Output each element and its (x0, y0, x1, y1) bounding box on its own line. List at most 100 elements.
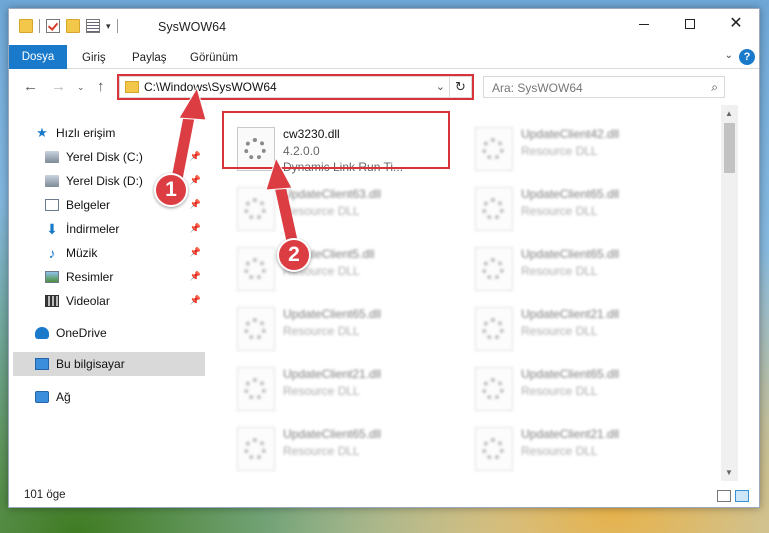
minimize-button[interactable] (621, 9, 667, 39)
file-name: UpdateClient65.dll (283, 427, 382, 441)
navigation-pane: ★ Hızlı erişim Yerel Disk (C:) 📌 Yerel D… (9, 105, 209, 485)
documents-icon (45, 199, 59, 211)
explorer-window: ▾ SysWOW64 ✕ Dosya Giriş Paylaş Görünüm … (8, 8, 760, 508)
file-item[interactable]: UpdateClient5.dll Resource DLL (233, 239, 459, 295)
pin-icon[interactable]: 📌 (190, 271, 201, 282)
customize-dropdown-icon[interactable]: ▾ (106, 21, 111, 32)
vertical-scrollbar[interactable]: ▲ ▼ (721, 105, 738, 481)
file-item[interactable]: UpdateClient21.dll Resource DLL (233, 359, 459, 415)
pictures-icon (45, 271, 59, 283)
sidebar-item-videos[interactable]: Videolar 📌 (45, 289, 205, 313)
title-bar: ▾ SysWOW64 ✕ (9, 9, 759, 45)
file-item[interactable]: UpdateClient21.dll Resource DLL (471, 419, 697, 475)
pin-icon[interactable]: 📌 (190, 151, 201, 162)
recent-locations-chevron-icon[interactable]: ⌄ (77, 82, 85, 93)
network-icon (35, 391, 49, 403)
forward-arrow-icon[interactable]: → (51, 78, 66, 95)
file-description: Resource DLL (521, 144, 598, 158)
sidebar-item-onedrive[interactable]: OneDrive (35, 321, 205, 345)
star-icon: ★ (36, 125, 48, 140)
sidebar-item-music[interactable]: ♪ Müzik 📌 (45, 241, 205, 265)
up-arrow-icon[interactable]: ↑ (97, 78, 105, 95)
tab-home[interactable]: Giriş (82, 47, 106, 69)
back-arrow-icon[interactable]: ← (23, 78, 38, 95)
gear-icon (482, 318, 504, 340)
expand-ribbon-chevron-icon[interactable]: ⌄ (725, 50, 733, 61)
sidebar-item-network[interactable]: Ağ (35, 385, 205, 409)
scroll-down-icon[interactable]: ▼ (725, 468, 733, 477)
scrollbar-thumb[interactable] (724, 123, 735, 173)
file-item[interactable]: UpdateClient42.dll Resource DLL (471, 119, 697, 175)
pin-icon[interactable]: 📌 (190, 247, 201, 258)
file-name: UpdateClient21.dll (283, 367, 382, 381)
dll-file-icon (475, 367, 513, 411)
sidebar-item-disk-c[interactable]: Yerel Disk (C:) 📌 (45, 145, 205, 169)
gear-icon (482, 138, 504, 160)
quick-access-toolbar: ▾ (19, 19, 118, 33)
gear-icon (244, 318, 266, 340)
dll-file-icon (237, 367, 275, 411)
file-item[interactable]: UpdateClient65.dll Resource DLL (471, 179, 697, 235)
details-view-icon[interactable] (717, 490, 731, 502)
file-description: Resource DLL (521, 324, 598, 338)
sidebar-item-label: Yerel Disk (D:) (66, 174, 143, 188)
pin-icon[interactable]: 📌 (190, 295, 201, 306)
search-icon: ⌕ (711, 80, 718, 94)
tab-share[interactable]: Paylaş (132, 47, 167, 69)
window-controls: ✕ (621, 9, 759, 39)
tab-file[interactable]: Dosya (9, 45, 67, 69)
sidebar-item-this-pc[interactable]: Bu bilgisayar (13, 352, 205, 376)
callout-1: 1 (154, 173, 188, 207)
status-bar: 101 öge (9, 485, 759, 507)
tab-view[interactable]: Görünüm (190, 47, 238, 69)
gear-icon (244, 258, 266, 280)
gear-icon (244, 198, 266, 220)
pin-icon[interactable]: 📌 (190, 223, 201, 234)
sidebar-item-label: Ağ (56, 390, 71, 404)
pin-icon[interactable]: 📌 (190, 175, 201, 186)
help-icon[interactable]: ? (739, 49, 755, 65)
scroll-up-icon[interactable]: ▲ (725, 109, 733, 118)
sidebar-item-quick-access[interactable]: ★ Hızlı erişim (35, 121, 231, 145)
file-item[interactable]: UpdateClient63.dll Resource DLL (233, 179, 459, 235)
pin-icon[interactable]: 📌 (190, 199, 201, 210)
file-description: Resource DLL (283, 324, 360, 338)
file-description: Resource DLL (283, 444, 360, 458)
file-name: UpdateClient65.dll (521, 187, 620, 201)
sidebar-item-downloads[interactable]: ⬇ İndirmeler 📌 (45, 217, 205, 241)
file-item[interactable]: UpdateClient65.dll Resource DLL (471, 359, 697, 415)
file-item[interactable]: UpdateClient65.dll Resource DLL (233, 419, 459, 475)
new-folder-icon[interactable] (66, 19, 80, 33)
file-item[interactable]: UpdateClient65.dll Resource DLL (471, 239, 697, 295)
properties-icon[interactable] (86, 19, 100, 33)
sidebar-item-pictures[interactable]: Resimler 📌 (45, 265, 205, 289)
item-count: 101 öge (24, 489, 66, 501)
minimize-icon (639, 23, 649, 25)
close-button[interactable]: ✕ (713, 9, 759, 39)
maximize-button[interactable] (667, 9, 713, 39)
file-name: UpdateClient42.dll (521, 127, 620, 141)
window-title: SysWOW64 (158, 20, 227, 34)
properties-check-icon[interactable] (46, 19, 60, 33)
ribbon-tabs: Dosya Giriş Paylaş Görünüm ⌄ ? (9, 45, 759, 69)
sidebar-item-label: OneDrive (56, 326, 107, 340)
tiles-view-icon[interactable] (735, 490, 749, 502)
dll-file-icon (475, 307, 513, 351)
music-icon: ♪ (48, 245, 56, 261)
videos-icon (45, 295, 59, 307)
search-placeholder: Ara: SysWOW64 (492, 81, 583, 95)
sidebar-item-label: İndirmeler (66, 222, 120, 236)
file-description: Resource DLL (521, 444, 598, 458)
file-name: UpdateClient65.dll (521, 247, 620, 261)
file-name: UpdateClient63.dll (283, 187, 382, 201)
address-bar-highlight (117, 74, 474, 100)
folder-icon[interactable] (19, 19, 33, 33)
dll-file-icon (475, 247, 513, 291)
sidebar-item-label: Yerel Disk (C:) (66, 150, 143, 164)
gear-icon (482, 378, 504, 400)
file-item[interactable]: UpdateClient65.dll Resource DLL (233, 299, 459, 355)
search-box[interactable]: Ara: SysWOW64 ⌕ (483, 76, 725, 98)
sidebar-item-label: Videolar (66, 294, 110, 308)
file-item[interactable]: UpdateClient21.dll Resource DLL (471, 299, 697, 355)
file-name: UpdateClient21.dll (521, 307, 620, 321)
